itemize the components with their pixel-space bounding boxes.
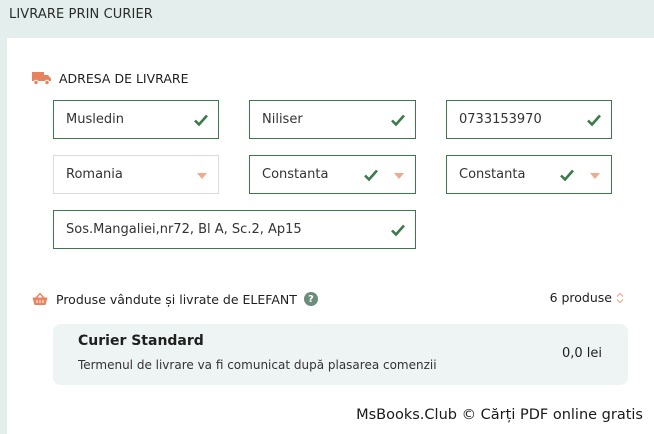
products-seller-label: Produse vândute și livrate de ELEFANT	[56, 291, 297, 307]
country-value: Romania	[66, 167, 123, 182]
county-select[interactable]: Constanta	[249, 155, 416, 194]
section-title: LIVRARE PRIN CURIER	[9, 7, 153, 22]
basket-icon	[32, 292, 48, 305]
shipping-title: Curier Standard	[78, 333, 204, 349]
check-icon	[194, 114, 208, 127]
street-field[interactable]: Sos.Mangaliei,nr72, Bl A, Sc.2, Ap15	[53, 210, 416, 249]
address-heading: ADRESA DE LIVRARE	[59, 70, 189, 86]
phone-field[interactable]: 0733153970	[446, 100, 612, 139]
check-icon	[364, 169, 378, 182]
truck-icon	[32, 72, 51, 85]
check-icon	[391, 224, 405, 237]
city-value: Constanta	[459, 167, 526, 182]
first-name-field[interactable]: Musledin	[53, 100, 219, 139]
city-select[interactable]: Constanta	[446, 155, 612, 194]
check-icon	[391, 114, 405, 127]
shipping-price: 0,0 lei	[561, 346, 602, 361]
chevron-down-icon	[394, 173, 404, 179]
address-header: ADRESA DE LIVRARE	[32, 69, 188, 87]
check-icon	[587, 114, 601, 127]
shipping-option-card[interactable]: Curier Standard Termenul de livrare va f…	[53, 324, 628, 385]
products-count-toggle[interactable]: 6 produse	[550, 290, 624, 305]
products-header: Produse vândute și livrate de ELEFANT ?	[32, 289, 318, 309]
products-count: 6 produse	[549, 290, 612, 305]
county-value: Constanta	[262, 167, 329, 182]
watermark-text: MsBooks.Club © Cărți PDF online gratis	[356, 407, 643, 423]
help-icon[interactable]: ?	[303, 292, 318, 306]
expand-toggle-icon	[616, 292, 624, 303]
check-icon	[560, 169, 574, 182]
street-value: Sos.Mangaliei,nr72, Bl A, Sc.2, Ap15	[66, 222, 302, 237]
chevron-down-icon	[197, 173, 207, 179]
chevron-down-icon	[590, 173, 600, 179]
country-select[interactable]: Romania	[53, 155, 219, 194]
shipping-description: Termenul de livrare va fi comunicat după…	[78, 358, 437, 372]
last-name-field[interactable]: Niliser	[249, 100, 416, 139]
